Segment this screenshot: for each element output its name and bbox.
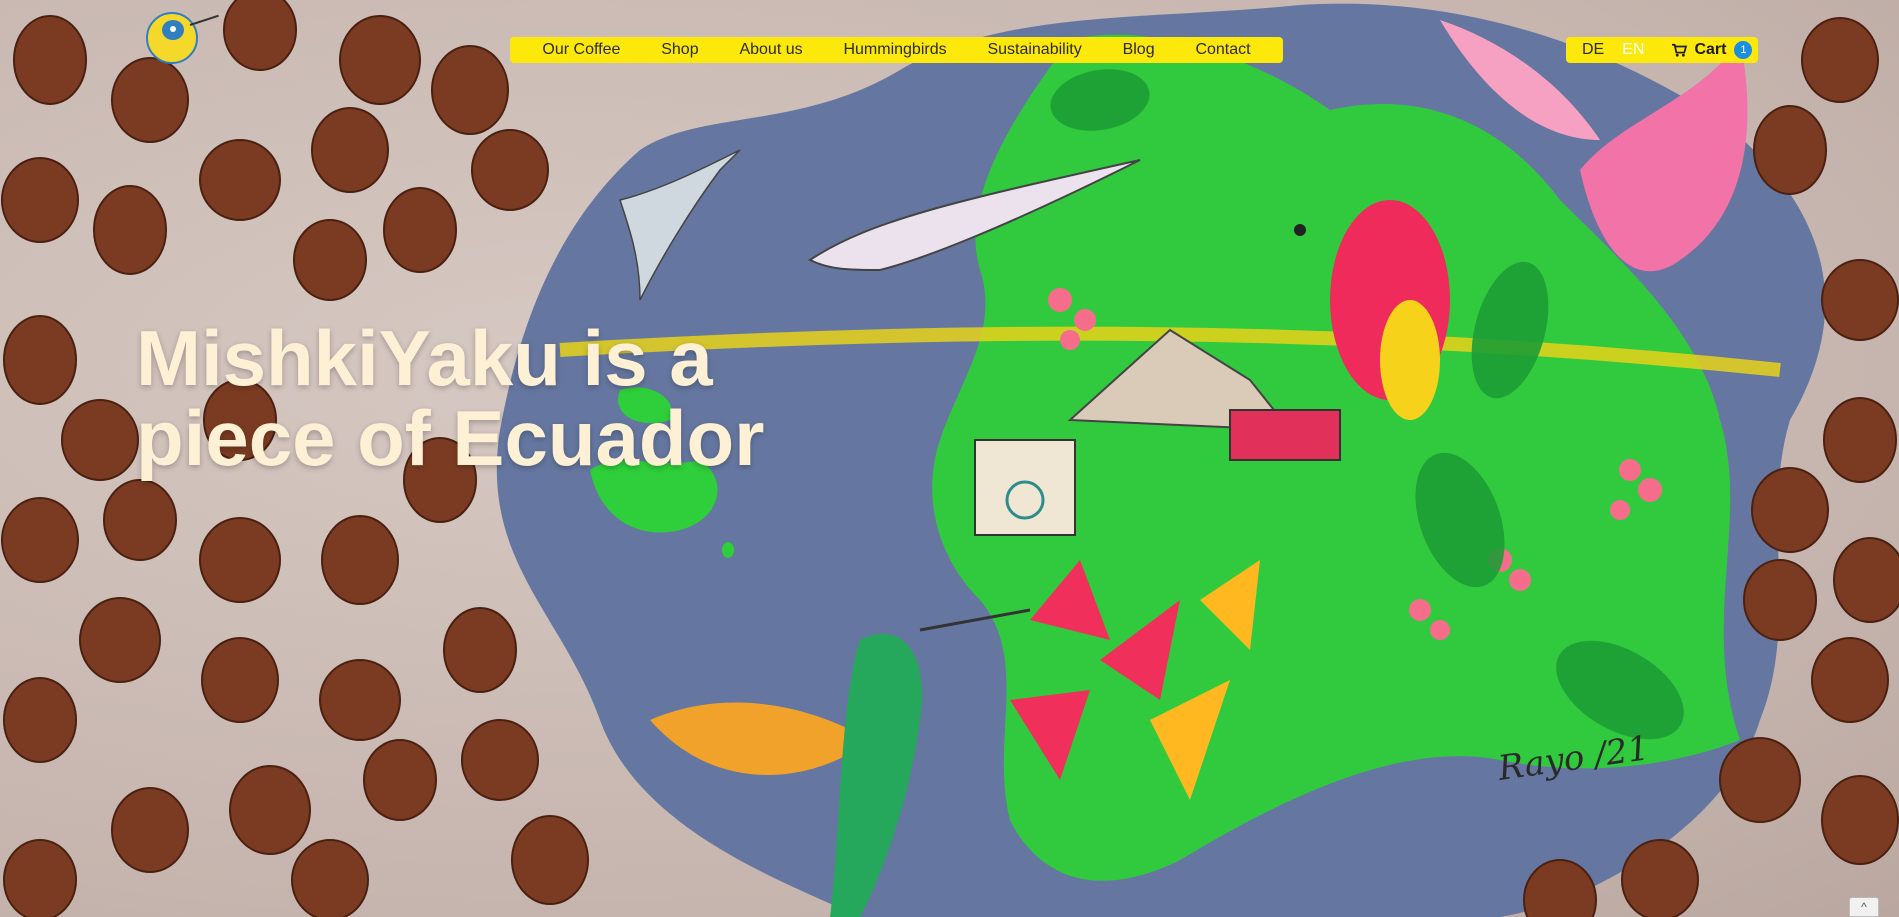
island bbox=[722, 542, 734, 558]
cart-icon bbox=[1672, 43, 1688, 57]
church bbox=[974, 439, 1076, 536]
train bbox=[1229, 409, 1341, 461]
utility-bar: DE EN Cart 1 bbox=[1566, 37, 1758, 63]
chevron-up-icon[interactable]: ^ bbox=[1849, 897, 1879, 917]
lang-en[interactable]: EN bbox=[1616, 41, 1650, 59]
lang-de[interactable]: DE bbox=[1576, 41, 1610, 59]
main-nav: Our Coffee Shop About us Hummingbirds Su… bbox=[510, 37, 1283, 63]
nav-shop[interactable]: Shop bbox=[661, 41, 698, 59]
cart-button[interactable]: Cart 1 bbox=[1670, 41, 1753, 59]
nav-contact[interactable]: Contact bbox=[1195, 41, 1250, 59]
nav-about-us[interactable]: About us bbox=[739, 41, 802, 59]
headline-line-2: piece of Ecuador bbox=[136, 394, 765, 482]
cart-label: Cart bbox=[1694, 41, 1727, 58]
parrot-wing bbox=[1380, 300, 1440, 420]
nav-our-coffee[interactable]: Our Coffee bbox=[542, 41, 620, 59]
hero-headline: MishkiYaku is a piece of Ecuador bbox=[136, 318, 856, 478]
logo-bird-eye bbox=[170, 26, 176, 32]
cart-count-badge: 1 bbox=[1734, 41, 1753, 59]
hummingbird-logo-icon[interactable] bbox=[146, 12, 198, 64]
hero-section: Rayo /21 MishkiYaku is a piece of Ecuado… bbox=[0, 0, 1899, 917]
nav-hummingbirds[interactable]: Hummingbirds bbox=[843, 41, 946, 59]
nav-blog[interactable]: Blog bbox=[1123, 41, 1155, 59]
headline-line-1: MishkiYaku is a bbox=[136, 314, 713, 402]
nav-sustainability[interactable]: Sustainability bbox=[987, 41, 1081, 59]
parrot-eye bbox=[1294, 224, 1306, 236]
